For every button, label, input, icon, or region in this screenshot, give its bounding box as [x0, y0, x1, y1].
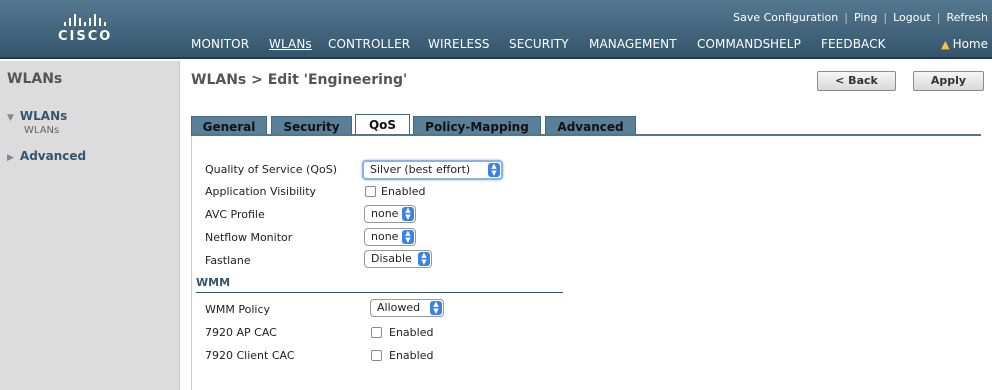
expanded-triangle-icon: ▼ [7, 113, 14, 123]
tab-qos[interactable]: QoS [355, 114, 410, 136]
wmm-section-heading: WMM [196, 276, 231, 289]
fastlane-select[interactable]: Disable ▲ ▼ [364, 250, 432, 268]
nav-wlans[interactable]: WLANs [269, 37, 312, 51]
avc-profile-select[interactable]: none ▲ ▼ [364, 205, 416, 223]
save-configuration-link[interactable]: Save Configuration [733, 11, 838, 24]
nav-wireless[interactable]: WIRELESS [428, 37, 490, 51]
select-arrows-icon: ▲ ▼ [488, 163, 500, 177]
page-title: WLANs > Edit 'Engineering' [191, 72, 408, 88]
tab-security[interactable]: Security [271, 116, 352, 136]
utility-links: Save Configuration | Ping | Logout | Refresh [733, 11, 988, 24]
wmm-policy-select[interactable]: Allowed ▲ ▼ [370, 299, 444, 317]
logout-link[interactable]: Logout [893, 11, 931, 24]
nav-help[interactable]: HELP [770, 37, 801, 51]
netflow-monitor-select[interactable]: none ▲ ▼ [364, 228, 416, 246]
application-visibility-label: Application Visibility [205, 185, 317, 198]
ap-cac-enabled-label: Enabled [389, 326, 434, 339]
nav-commands[interactable]: COMMANDS [697, 37, 770, 51]
nav-feedback[interactable]: FEEDBACK [821, 37, 886, 51]
ap-cac-label: 7920 AP CAC [205, 326, 277, 339]
select-arrows-icon: ▲ ▼ [402, 230, 414, 244]
wmm-divider [196, 292, 563, 293]
client-cac-enabled-label: Enabled [389, 349, 434, 362]
tab-general[interactable]: General [191, 116, 267, 136]
avc-profile-label: AVC Profile [205, 208, 265, 221]
wmm-policy-label: WMM Policy [205, 303, 270, 316]
cisco-logo: CISCO [58, 12, 112, 44]
apply-button[interactable]: Apply [913, 71, 984, 91]
application-visibility-enabled-label: Enabled [381, 185, 426, 198]
sidebar-item-advanced[interactable]: ▶ Advanced [7, 149, 86, 163]
nav-controller[interactable]: CONTROLLER [328, 37, 410, 51]
application-visibility-checkbox[interactable] [365, 186, 376, 197]
fastlane-label: Fastlane [205, 254, 251, 267]
refresh-link[interactable]: Refresh [946, 11, 988, 24]
nav-management[interactable]: MANAGEMENT [589, 37, 677, 51]
client-cac-checkbox[interactable] [371, 350, 382, 361]
collapsed-triangle-icon: ▶ [7, 153, 14, 163]
select-arrows-icon: ▲ ▼ [430, 301, 442, 315]
sidebar-item-wlans[interactable]: ▼ WLANs [7, 109, 67, 123]
back-button[interactable]: < Back [817, 71, 896, 91]
client-cac-label: 7920 Client CAC [205, 349, 295, 362]
tab-policy-mapping[interactable]: Policy-Mapping [413, 116, 541, 136]
home-icon: ▲ [941, 38, 950, 51]
nav-security[interactable]: SECURITY [509, 37, 569, 51]
qos-select[interactable]: Silver (best effort) ▲ ▼ [362, 160, 503, 180]
cisco-bars-icon [58, 12, 112, 26]
top-header: CISCO Save Configuration | Ping | Logout | Ref… [0, 0, 992, 59]
qos-label: Quality of Service (QoS) [205, 163, 338, 176]
nav-monitor[interactable]: MONITOR [191, 37, 249, 51]
netflow-monitor-label: Netflow Monitor [205, 231, 293, 244]
tab-advanced[interactable]: Advanced [545, 116, 636, 136]
select-arrows-icon: ▲ ▼ [418, 252, 430, 266]
ping-link[interactable]: Ping [854, 11, 877, 24]
ap-cac-checkbox[interactable] [371, 327, 382, 338]
sidebar: WLANs ▼ WLANs WLANs ▶ Advanced [0, 61, 180, 390]
sidebar-subitem-wlans[interactable]: WLANs [24, 125, 59, 136]
select-arrows-icon: ▲ ▼ [402, 207, 414, 221]
home-link[interactable]: ▲ Home [941, 37, 988, 51]
sidebar-title: WLANs [7, 71, 63, 87]
